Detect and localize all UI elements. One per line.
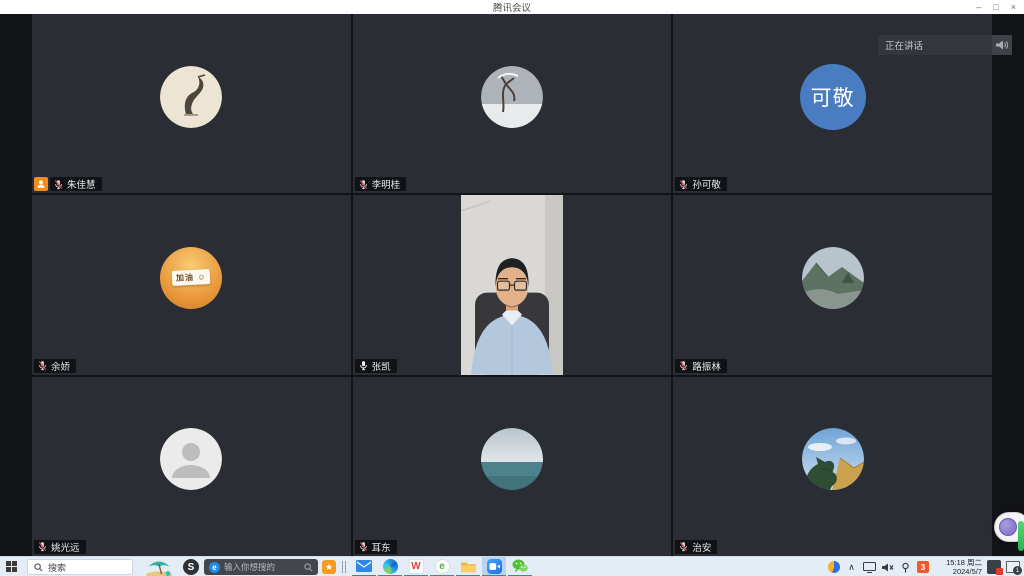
- participant-label: 姚光远: [34, 540, 86, 554]
- host-badge-icon: [34, 177, 48, 191]
- volume-level-bar: [1018, 521, 1024, 551]
- clock-date: 2024/5/7: [934, 567, 982, 576]
- dark-s-app-icon[interactable]: S: [183, 559, 199, 575]
- browser-e-icon: e: [209, 562, 220, 573]
- close-button[interactable]: ×: [1011, 0, 1016, 14]
- tencent-meeting-icon[interactable]: [482, 557, 506, 576]
- weather-beach-widget-icon[interactable]: [142, 558, 176, 576]
- mic-muted-icon: [678, 541, 689, 552]
- participant-tile[interactable]: 治安: [673, 377, 992, 556]
- minimize-button[interactable]: –: [976, 0, 981, 14]
- sea-horizon-photo-avatar: [481, 428, 543, 490]
- browser-search-input[interactable]: [224, 562, 300, 572]
- participant-label: 孙可敬: [675, 177, 727, 191]
- favorites-star-icon[interactable]: ★: [322, 560, 336, 574]
- speaking-indicator: 正在讲话: [878, 35, 1012, 55]
- window-title: 腾讯会议: [493, 0, 531, 14]
- browser-search-bar[interactable]: e: [204, 559, 318, 575]
- pine-rock-photo-avatar: [802, 428, 864, 490]
- red-badge: [996, 568, 1003, 575]
- mic-muted-icon: [53, 179, 64, 190]
- participant-tile[interactable]: 加油 ☺ 余娇: [32, 195, 351, 374]
- volume-muted-icon[interactable]: [881, 561, 894, 574]
- mic-muted-icon: [37, 360, 48, 371]
- windows-taskbar: 搜索 S e ★ W e ∧: [0, 556, 1024, 576]
- chevron-up-icon[interactable]: ∧: [845, 561, 858, 574]
- mic-active-icon: [358, 360, 369, 371]
- participant-name: 姚光远: [51, 540, 80, 554]
- mic-muted-icon: [678, 360, 689, 371]
- participant-label: 朱佳慧: [34, 177, 102, 191]
- mail-app-icon[interactable]: [352, 557, 376, 576]
- system-tray: ∧ 3 15:18 周二 2024/5/7 1: [827, 557, 1024, 576]
- jiayou-sign-avatar: 加油 ☺: [160, 247, 222, 309]
- ink-crane-avatar: [160, 66, 222, 128]
- maximize-button[interactable]: □: [993, 0, 998, 14]
- assistant-orb-icon[interactable]: [999, 518, 1017, 536]
- green-e-browser-icon[interactable]: e: [430, 557, 454, 576]
- participant-name: 张凯: [372, 359, 391, 373]
- mic-muted-icon: [678, 179, 689, 190]
- snow-tree-photo-avatar: [481, 66, 543, 128]
- participant-label: 耳东: [355, 540, 397, 554]
- participant-tile[interactable]: 李明桂: [353, 14, 672, 193]
- participant-name: 朱佳慧: [67, 177, 96, 191]
- taskbar-divider: [342, 561, 347, 573]
- security-app-icon[interactable]: 3: [917, 561, 929, 573]
- wechat-icon[interactable]: [508, 557, 532, 576]
- participant-name: 耳东: [372, 540, 391, 554]
- mic-muted-icon: [358, 179, 369, 190]
- participant-tile[interactable]: 耳东: [353, 377, 672, 556]
- pin-icon[interactable]: [899, 561, 912, 574]
- display-cast-icon[interactable]: [863, 561, 876, 574]
- notification-icon[interactable]: [987, 560, 1001, 574]
- clock-time: 15:18 周二: [934, 558, 982, 567]
- participant-tile[interactable]: 朱佳慧: [32, 14, 351, 193]
- mic-muted-icon: [358, 541, 369, 552]
- participant-tile-video[interactable]: 张凯: [353, 195, 672, 374]
- avatar-text: 可敬: [811, 82, 855, 112]
- speaking-label: 正在讲话: [885, 38, 923, 52]
- edge-browser-icon[interactable]: [378, 557, 402, 576]
- participant-label: 张凯: [355, 359, 397, 373]
- mountain-photo-avatar: [802, 247, 864, 309]
- participant-name: 路振林: [692, 359, 721, 373]
- search-icon: [304, 563, 313, 572]
- start-button[interactable]: [6, 561, 18, 573]
- participant-tile[interactable]: 路振林: [673, 195, 992, 374]
- participant-name: 治安: [692, 540, 711, 554]
- taskbar-clock[interactable]: 15:18 周二 2024/5/7: [934, 558, 982, 576]
- blue-initials-avatar: 可敬: [800, 64, 866, 130]
- ime-globe-icon[interactable]: [827, 561, 840, 574]
- participant-name: 余娇: [51, 359, 70, 373]
- wps-office-icon[interactable]: W: [404, 557, 428, 576]
- avatar-sign-text: 加油 ☺: [172, 269, 211, 286]
- mic-muted-icon: [37, 541, 48, 552]
- desktop-screen: 腾讯会议 – □ × 朱佳慧: [0, 0, 1024, 576]
- count-badge: 1: [1013, 566, 1022, 575]
- window-badge-icon[interactable]: 1: [1006, 561, 1020, 573]
- meeting-stage: 朱佳慧 李明桂 可敬 孙可敬: [0, 14, 1024, 556]
- default-person-avatar: [160, 428, 222, 490]
- participant-label: 治安: [675, 540, 717, 554]
- participant-name: 孙可敬: [692, 177, 721, 191]
- window-controls: – □ ×: [976, 0, 1020, 14]
- live-video-feed: [461, 195, 563, 374]
- window-titlebar: 腾讯会议 – □ ×: [0, 0, 1024, 14]
- participant-tile[interactable]: 姚光远: [32, 377, 351, 556]
- taskbar-search-box[interactable]: 搜索: [27, 559, 133, 575]
- participant-grid: 朱佳慧 李明桂 可敬 孙可敬: [32, 14, 992, 556]
- participant-label: 李明桂: [355, 177, 407, 191]
- participant-name: 李明桂: [372, 177, 401, 191]
- participant-label: 余娇: [34, 359, 76, 373]
- file-explorer-icon[interactable]: [456, 557, 480, 576]
- floating-assistant-widget[interactable]: [994, 512, 1024, 542]
- participant-label: 路振林: [675, 359, 727, 373]
- search-icon: [34, 563, 43, 572]
- search-label: 搜索: [48, 561, 66, 574]
- speaker-volume-icon: [992, 35, 1012, 55]
